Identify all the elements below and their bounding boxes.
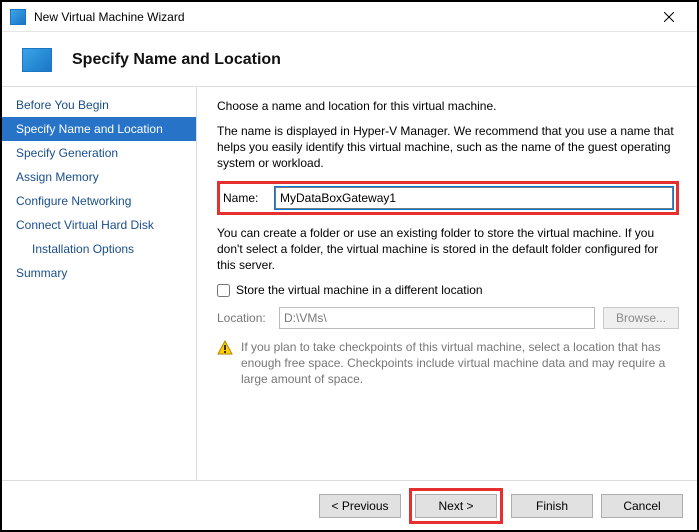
next-button-highlight: Next >: [409, 488, 503, 524]
name-row: Name:: [217, 181, 679, 215]
window-title: New Virtual Machine Wizard: [34, 10, 649, 24]
content-pane: Choose a name and location for this virt…: [197, 87, 697, 480]
location-input: [279, 307, 595, 329]
sidebar-step[interactable]: Assign Memory: [2, 165, 196, 189]
sidebar-step[interactable]: Specify Name and Location: [2, 117, 196, 141]
body: Before You BeginSpecify Name and Locatio…: [2, 87, 697, 480]
sidebar-step[interactable]: Before You Begin: [2, 93, 196, 117]
intro-text: Choose a name and location for this virt…: [217, 99, 679, 113]
name-input[interactable]: [275, 187, 673, 209]
close-icon: [664, 12, 674, 22]
previous-button[interactable]: < Previous: [319, 494, 401, 518]
store-location-label[interactable]: Store the virtual machine in a different…: [236, 283, 483, 297]
folder-description-text: You can create a folder or use an existi…: [217, 225, 679, 273]
sidebar-step[interactable]: Summary: [2, 261, 196, 285]
close-button[interactable]: [649, 3, 689, 31]
footer: < Previous Next > Finish Cancel: [2, 480, 697, 530]
cancel-button[interactable]: Cancel: [601, 494, 683, 518]
wizard-steps-sidebar: Before You BeginSpecify Name and Locatio…: [2, 87, 197, 480]
wizard-window: New Virtual Machine Wizard Specify Name …: [0, 0, 699, 532]
store-location-checkbox[interactable]: [217, 284, 230, 297]
name-label: Name:: [223, 191, 267, 205]
store-different-location-row: Store the virtual machine in a different…: [217, 283, 679, 297]
page-title: Specify Name and Location: [72, 51, 281, 69]
browse-button: Browse...: [603, 307, 679, 329]
name-description-text: The name is displayed in Hyper-V Manager…: [217, 123, 679, 171]
sidebar-step[interactable]: Specify Generation: [2, 141, 196, 165]
next-button[interactable]: Next >: [415, 494, 497, 518]
titlebar: New Virtual Machine Wizard: [2, 2, 697, 32]
sidebar-step[interactable]: Installation Options: [2, 237, 196, 261]
wizard-icon: [22, 48, 52, 72]
warning-row: If you plan to take checkpoints of this …: [217, 339, 679, 387]
location-label: Location:: [217, 311, 271, 325]
finish-button[interactable]: Finish: [511, 494, 593, 518]
location-row: Location: Browse...: [217, 307, 679, 329]
warning-text: If you plan to take checkpoints of this …: [241, 339, 679, 387]
app-icon: [10, 9, 26, 25]
page-header: Specify Name and Location: [2, 32, 697, 87]
warning-icon: [217, 340, 233, 356]
sidebar-step[interactable]: Connect Virtual Hard Disk: [2, 213, 196, 237]
sidebar-step[interactable]: Configure Networking: [2, 189, 196, 213]
